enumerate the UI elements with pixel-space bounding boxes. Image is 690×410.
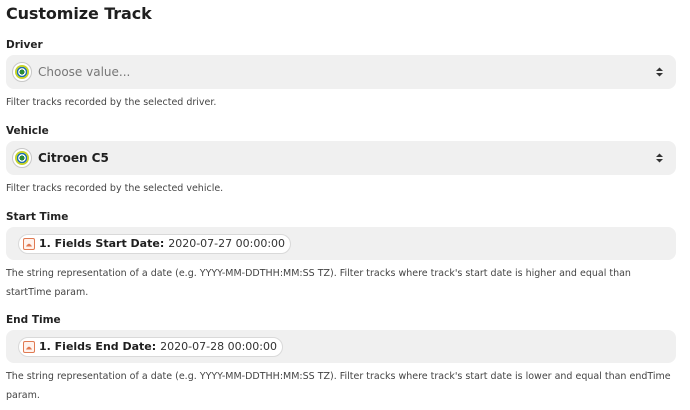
end-date-token[interactable]: 1. Fields End Date: 2020-07-28 00:00:00	[18, 336, 283, 357]
step-app-icon	[23, 237, 35, 250]
end-date-token-label: 1. Fields End Date:	[39, 340, 157, 353]
vehicle-field: Vehicle Citroen C5 Filter tracks recorde…	[6, 124, 676, 198]
step-app-icon	[23, 340, 35, 353]
app-logo-icon	[12, 62, 32, 82]
start-time-help-line1: The string representation of a date (e.g…	[6, 268, 631, 279]
vehicle-value: Citroen C5	[38, 151, 109, 165]
end-date-token-value: 2020-07-28 00:00:00	[160, 340, 277, 353]
vehicle-label: Vehicle	[6, 125, 49, 137]
chevron-up-down-icon	[656, 67, 663, 77]
end-time-help-line1: The string representation of a date (e.g…	[6, 371, 671, 382]
start-time-input[interactable]: 1. Fields Start Date: 2020-07-27 00:00:0…	[6, 227, 676, 260]
driver-label: Driver	[6, 39, 43, 51]
start-date-token-value: 2020-07-27 00:00:00	[168, 237, 286, 250]
start-date-token[interactable]: 1. Fields Start Date: 2020-07-27 00:00:0…	[18, 233, 292, 254]
start-time-field: Start Time 1. Fields Start Date: 2020-07…	[6, 210, 676, 302]
customize-track-panel: Customize Track Driver Choose value... F…	[0, 0, 690, 410]
driver-field: Driver Choose value... Filter tracks rec…	[6, 38, 676, 112]
start-time-help: The string representation of a date (e.g…	[6, 264, 676, 302]
end-time-field: End Time 1. Fields End Date: 2020-07-28 …	[6, 313, 676, 405]
driver-placeholder: Choose value...	[38, 65, 131, 79]
page-title: Customize Track	[6, 4, 152, 23]
start-date-token-label: 1. Fields Start Date:	[39, 237, 165, 250]
app-logo-icon	[12, 148, 32, 168]
start-time-help-line2: startTime param.	[6, 287, 89, 298]
vehicle-select[interactable]: Citroen C5	[6, 141, 676, 175]
end-time-help-line2: param.	[6, 390, 40, 401]
end-time-label: End Time	[6, 314, 61, 326]
driver-select[interactable]: Choose value...	[6, 55, 676, 89]
end-time-help: The string representation of a date (e.g…	[6, 367, 676, 405]
vehicle-help: Filter tracks recorded by the selected v…	[6, 183, 224, 194]
end-time-input[interactable]: 1. Fields End Date: 2020-07-28 00:00:00	[6, 330, 676, 363]
driver-help: Filter tracks recorded by the selected d…	[6, 97, 217, 108]
start-time-label: Start Time	[6, 211, 69, 223]
chevron-up-down-icon	[656, 153, 663, 163]
